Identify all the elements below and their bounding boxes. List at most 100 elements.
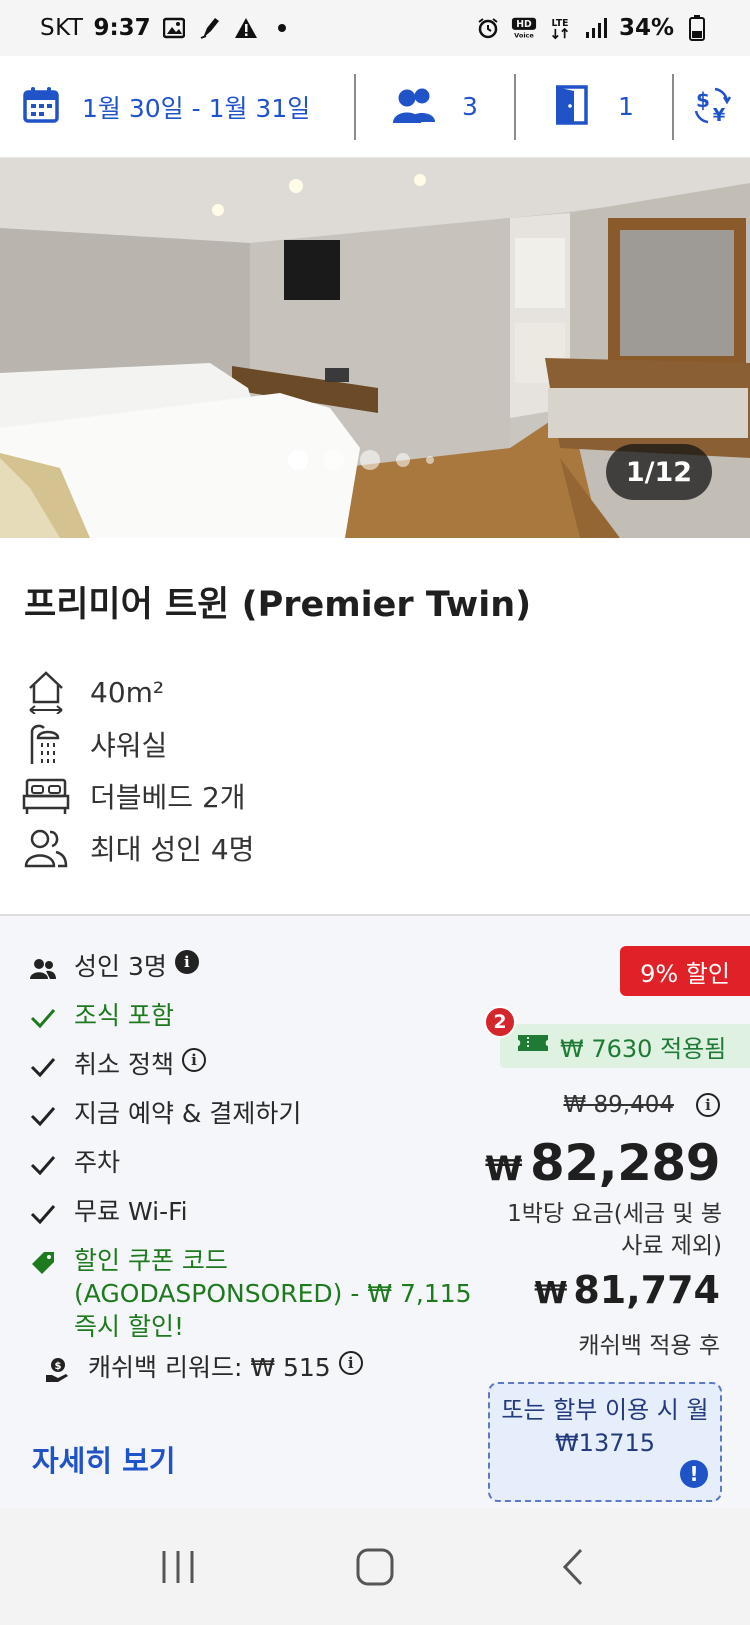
benefit-parking: 주차	[26, 1146, 496, 1195]
room-photo-carousel[interactable]: 1/12	[0, 158, 750, 538]
info-icon[interactable]: i	[174, 950, 199, 974]
benefit-cashback: $ 캐쉬백 리워드: ₩ 515 i	[26, 1351, 496, 1400]
rooms-count: 1	[618, 92, 634, 121]
feature-label: 40m²	[90, 675, 165, 709]
app-screen: { "status_bar": { "carrier": "SKT", "tim…	[0, 0, 750, 1625]
benefit-label: 할인 쿠폰 코드 (AGODASPONSORED) - ₩ 7,115 즉시 할…	[74, 1246, 472, 1341]
guests-count: 3	[462, 92, 478, 121]
recent-apps-icon	[162, 1550, 194, 1583]
currency-switch-button[interactable]: $ ¥	[674, 74, 750, 140]
svg-text:HD: HD	[516, 19, 532, 30]
info-icon[interactable]: i	[696, 1093, 720, 1117]
recent-apps-button[interactable]	[138, 1527, 218, 1607]
system-nav-bar	[0, 1508, 750, 1625]
shower-icon	[22, 721, 70, 767]
feature-label: 최대 성인 4명	[90, 833, 255, 866]
price-note: 1박당 요금(세금 및 봉사료 제외)	[507, 1201, 722, 1259]
discount-badge: 9% 할인	[620, 946, 750, 996]
signal-icon	[583, 15, 609, 41]
feature-label: 샤워실	[90, 729, 168, 762]
carousel-dot[interactable]	[288, 450, 308, 470]
rooms-selector[interactable]: 1	[516, 73, 674, 140]
occupancy-icon	[22, 825, 70, 871]
cashback-hand-icon: $	[40, 1353, 74, 1387]
carousel-dot[interactable]	[426, 456, 434, 464]
home-icon	[356, 1548, 394, 1585]
lte-icon: LTE	[547, 15, 573, 41]
installment-label: 또는 할부 이용 시 월 ₩13715	[501, 1396, 709, 1457]
cashback-price-value: 81,774	[573, 1268, 720, 1312]
view-details-link[interactable]: 자세히 보기	[32, 1438, 176, 1480]
home-button[interactable]	[335, 1527, 415, 1607]
svg-text:LTE: LTE	[551, 18, 568, 29]
pen-notification-icon	[197, 15, 223, 41]
calendar-icon	[22, 86, 60, 128]
back-icon	[562, 1548, 582, 1585]
tag-icon	[26, 1246, 60, 1280]
battery-percent: 34%	[618, 15, 674, 41]
more-notifications-icon	[269, 15, 295, 41]
ticket-icon	[516, 1031, 550, 1061]
feature-shower: 샤워실	[22, 718, 254, 770]
info-icon[interactable]: i	[338, 1351, 363, 1375]
carousel-dot[interactable]	[324, 450, 344, 470]
people-icon	[26, 952, 60, 986]
hd-voice-icon: HD Voice	[511, 15, 537, 41]
check-icon	[26, 1001, 60, 1035]
svg-text:¥: ¥	[713, 105, 726, 125]
feature-label: 더블베드 2개	[90, 781, 246, 814]
benefit-label: 주차	[74, 1148, 121, 1177]
benefit-adults: 성인 3명 i	[26, 950, 496, 999]
offer-benefits-list: 성인 3명 i 조식 포함 취소 정책 i 지금 예약 & 결제하기 주차 무료…	[26, 950, 496, 1400]
feature-beds: 더블베드 2개	[22, 770, 254, 822]
bed-icon	[22, 773, 70, 819]
carousel-dots	[288, 450, 434, 470]
svg-text:$: $	[696, 88, 710, 112]
nightly-price: ₩82,289	[485, 1134, 720, 1192]
alarm-icon	[475, 15, 501, 41]
carousel-dot[interactable]	[360, 450, 380, 470]
currency-exchange-icon: $ ¥	[693, 85, 732, 129]
room-offer-card: 성인 3명 i 조식 포함 취소 정책 i 지금 예약 & 결제하기 주차 무료…	[0, 916, 750, 1508]
carousel-dot[interactable]	[396, 453, 410, 467]
gallery-notification-icon	[161, 15, 187, 41]
date-selector[interactable]: 1월 30일 - 1월 31일	[0, 73, 356, 140]
price-value: 82,289	[530, 1134, 720, 1192]
room-title: 프리미어 트윈 (Premier Twin)	[24, 585, 532, 625]
benefit-cancellation: 취소 정책 i	[26, 1048, 496, 1097]
benefit-coupon: 할인 쿠폰 코드 (AGODASPONSORED) - ₩ 7,115 즉시 할…	[26, 1244, 496, 1343]
benefit-label: 성인 3명	[74, 952, 167, 981]
feature-room-size: 40m²	[22, 666, 254, 718]
check-icon	[26, 1197, 60, 1231]
info-icon[interactable]: i	[181, 1048, 206, 1072]
check-icon	[26, 1099, 60, 1133]
benefit-label: 캐쉬백 리워드: ₩ 515	[88, 1353, 331, 1382]
guests-selector[interactable]: 3	[356, 73, 516, 140]
original-price-value: ₩ 89,404	[563, 1092, 674, 1118]
currency-symbol: ₩	[534, 1276, 568, 1311]
room-size-icon	[22, 669, 70, 715]
svg-text:Voice: Voice	[514, 31, 534, 39]
clock: 9:37	[93, 15, 151, 41]
cashback-price: ₩81,774	[534, 1268, 720, 1312]
status-bar: SKT 9:37 HD Voice LTE 34%	[0, 0, 750, 56]
installment-box[interactable]: 또는 할부 이용 시 월 ₩13715 !	[488, 1382, 722, 1502]
door-icon	[554, 84, 588, 129]
warning-notification-icon	[233, 15, 259, 41]
benefit-label: 무료 Wi-Fi	[74, 1197, 188, 1226]
coupon-applied-pill[interactable]: ₩ 7630 적용됨	[500, 1024, 750, 1068]
check-icon	[26, 1148, 60, 1182]
benefit-label: 지금 예약 & 결제하기	[74, 1099, 302, 1128]
benefit-label: 조식 포함	[74, 1001, 174, 1030]
benefit-breakfast: 조식 포함	[26, 999, 496, 1048]
back-button[interactable]	[532, 1527, 612, 1607]
alert-icon: !	[680, 1460, 708, 1488]
coupon-count-badge: 2	[484, 1006, 516, 1038]
feature-occupancy: 최대 성인 4명	[22, 822, 254, 874]
photo-counter: 1/12	[606, 444, 712, 500]
benefit-label: 취소 정책	[74, 1050, 174, 1079]
svg-text:$: $	[55, 1361, 62, 1372]
search-summary-bar: 1월 30일 - 1월 31일 3 1 $ ¥	[0, 56, 750, 158]
original-price: ₩ 89,404 i	[563, 1092, 720, 1118]
date-range-label: 1월 30일 - 1월 31일	[82, 93, 311, 123]
